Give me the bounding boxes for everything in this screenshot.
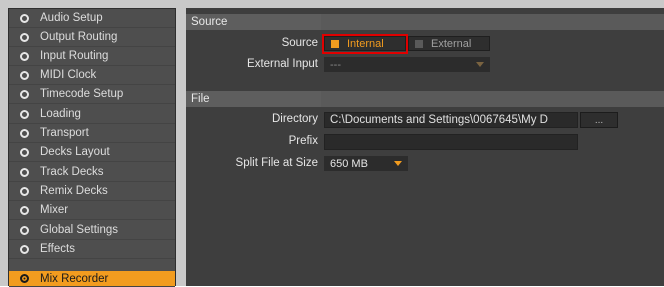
radio-bullet-icon: [20, 32, 29, 42]
radio-bullet-icon: [20, 51, 29, 61]
section-title: File: [186, 91, 321, 107]
sidebar-item-label: Transport: [40, 127, 89, 139]
external-input-dropdown[interactable]: ---: [324, 57, 490, 72]
radio-bullet-icon: [20, 13, 29, 23]
sidebar-item-effects[interactable]: Effects: [9, 240, 175, 259]
prefix-field[interactable]: [324, 134, 578, 150]
sidebar-item-label: Effects: [40, 243, 75, 255]
sidebar-item-midi-clock[interactable]: MIDI Clock: [9, 66, 175, 85]
source-label: Source: [281, 37, 318, 49]
sidebar-item-label: Remix Decks: [40, 185, 108, 197]
sidebar-item-label: Loading: [40, 108, 81, 120]
sidebar-item-label: Output Routing: [40, 31, 118, 43]
sidebar-item-decks-layout[interactable]: Decks Layout: [9, 143, 175, 162]
sidebar-item-loading[interactable]: Loading: [9, 105, 175, 124]
section-header-bar: [321, 91, 664, 107]
split-file-size-value: 650 MB: [330, 157, 368, 170]
sidebar-item-audio-setup[interactable]: Audio Setup: [9, 9, 175, 28]
chevron-down-icon: [394, 161, 402, 166]
browse-button[interactable]: ...: [580, 112, 618, 128]
sidebar-item-remix-decks[interactable]: Remix Decks: [9, 182, 175, 201]
directory-field[interactable]: C:\Documents and Settings\0067645\My D: [324, 112, 578, 128]
sidebar-item-mixer[interactable]: Mixer: [9, 201, 175, 220]
radio-bullet-icon: [20, 274, 29, 283]
section-title: Source: [186, 14, 321, 30]
external-input-label: External Input: [247, 58, 318, 70]
selection-highlight-box: [322, 34, 408, 54]
sidebar-item-label: Timecode Setup: [40, 88, 124, 100]
radio-bullet-icon: [20, 109, 29, 119]
split-file-size-dropdown[interactable]: 650 MB: [324, 156, 408, 171]
preferences-sidebar: Audio Setup Output Routing Input Routing…: [8, 8, 176, 287]
sidebar-item-label: Global Settings: [40, 224, 118, 236]
sidebar-item-mix-recorder[interactable]: Mix Recorder: [9, 271, 175, 287]
sidebar-item-timecode-setup[interactable]: Timecode Setup: [9, 85, 175, 104]
sidebar-item-input-routing[interactable]: Input Routing: [9, 47, 175, 66]
led-indicator-icon: [415, 39, 423, 48]
section-header-bar: [321, 14, 664, 30]
sidebar-item-track-decks[interactable]: Track Decks: [9, 163, 175, 182]
prefix-label: Prefix: [288, 135, 318, 147]
sidebar-item-label: Decks Layout: [40, 146, 110, 158]
sidebar-item-label: Mix Recorder: [40, 272, 109, 285]
chevron-down-icon: [476, 62, 484, 67]
external-source-button[interactable]: External: [408, 36, 490, 51]
radio-bullet-icon: [20, 244, 29, 254]
radio-bullet-icon: [20, 147, 29, 157]
sidebar-item-global-settings[interactable]: Global Settings: [9, 221, 175, 240]
file-section-header: File: [186, 91, 664, 107]
radio-bullet-icon: [20, 186, 29, 196]
radio-bullet-icon: [20, 205, 29, 215]
radio-bullet-icon: [20, 89, 29, 99]
directory-label: Directory: [271, 113, 318, 125]
sidebar-item-label: Audio Setup: [40, 12, 103, 24]
external-input-value: ---: [330, 58, 341, 71]
mix-recorder-settings-panel: Source Source Internal External External…: [186, 8, 664, 286]
split-file-size-label: Split File at Size: [235, 157, 318, 169]
sidebar-item-label: MIDI Clock: [40, 69, 97, 81]
source-section-header: Source: [186, 14, 664, 30]
sidebar-item-label: Input Routing: [40, 50, 109, 62]
sidebar-item-transport[interactable]: Transport: [9, 124, 175, 143]
radio-bullet-icon: [20, 70, 29, 80]
radio-bullet-icon: [20, 128, 29, 138]
sidebar-item-label: Mixer: [40, 204, 69, 216]
external-label: External: [431, 37, 472, 50]
sidebar-item-label: Track Decks: [40, 166, 104, 178]
radio-bullet-icon: [20, 167, 29, 177]
radio-bullet-icon: [20, 225, 29, 235]
sidebar-item-output-routing[interactable]: Output Routing: [9, 28, 175, 47]
preferences-window: Audio Setup Output Routing Input Routing…: [0, 0, 664, 287]
